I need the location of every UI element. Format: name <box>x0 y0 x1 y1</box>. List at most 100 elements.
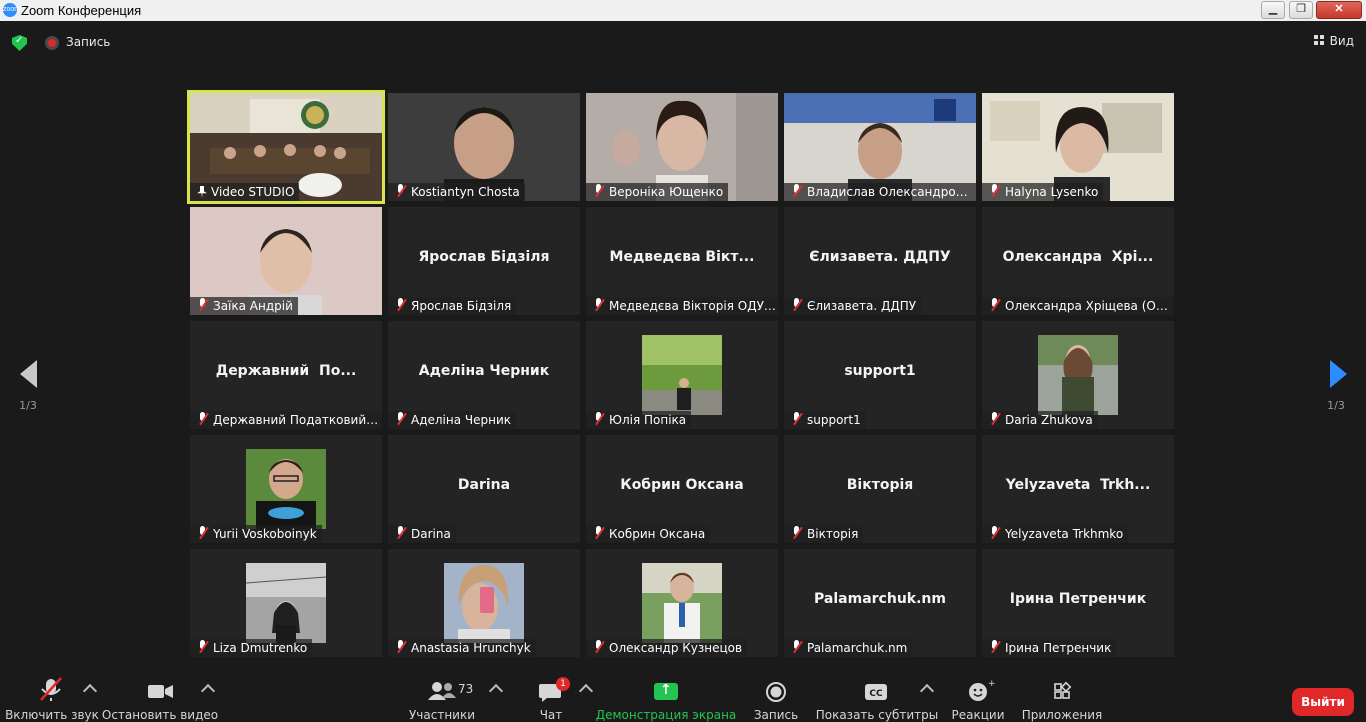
participant-name-text: Олександра Хріщева (ОНУ) <box>1005 299 1174 313</box>
pin-icon <box>197 186 207 198</box>
participant-display-name: Олександра Хрі... <box>1002 249 1154 265</box>
participant-name-text: Владислав Олександрови... <box>807 185 976 199</box>
arrow-right-icon <box>1330 360 1347 388</box>
participant-name-label: Медведєва Вікторія ОДУВС <box>586 297 778 315</box>
participant-tile[interactable]: Ярослав Бідзіля Ярослав Бідзіля <box>388 207 580 315</box>
participant-avatar <box>246 449 326 529</box>
participant-tile[interactable]: Державний По... Державний Податковий у... <box>190 321 382 429</box>
participant-name-text: Kostiantyn Chosta <box>411 185 520 199</box>
microphone-muted-icon <box>989 298 1001 312</box>
meeting-top-bar: Запись Вид <box>0 21 1366 65</box>
participants-icon: 73 <box>402 670 482 700</box>
chat-chevron-icon[interactable] <box>578 683 594 699</box>
participant-tile[interactable]: Darina Darina <box>388 435 580 543</box>
maximize-button[interactable]: ❐ <box>1289 1 1313 19</box>
participant-name-label: Вероніка Ющенко <box>586 183 729 201</box>
window-titlebar: zoom Zoom Конференция ▁ ❐ ✕ <box>0 0 1366 21</box>
participant-tile[interactable]: Олександр Кузнецов <box>586 549 778 657</box>
participant-tile[interactable]: Yurii Voskoboinyk <box>190 435 382 543</box>
view-label: Вид <box>1329 34 1354 48</box>
page-indicator-left: 1/3 <box>19 399 37 412</box>
camera-icon <box>118 670 202 698</box>
microphone-muted-icon <box>791 640 803 654</box>
reactions-icon: + <box>948 670 1008 701</box>
next-page-button[interactable]: 1/3 <box>1316 358 1356 418</box>
participant-tile[interactable]: Halyna Lysenko <box>982 93 1174 201</box>
participant-tile[interactable]: Юлія Попіка <box>586 321 778 429</box>
participant-name-label: Daria Zhukova <box>982 411 1098 429</box>
window-title: Zoom Конференция <box>21 3 142 18</box>
security-shield-icon[interactable] <box>12 35 27 51</box>
participant-display-name: Кобрин Оксана <box>620 477 744 493</box>
participant-tile[interactable]: Вероніка Ющенко <box>586 93 778 201</box>
microphone-muted-icon <box>197 640 209 654</box>
participant-name-label: Halyna Lysenko <box>982 183 1104 201</box>
participant-tile[interactable]: Palamarchuk.nm Palamarchuk.nm <box>784 549 976 657</box>
stop-video-button[interactable]: Остановить видео <box>102 670 218 722</box>
chat-badge: 1 <box>556 677 570 691</box>
stop-video-label: Остановить видео <box>101 708 219 722</box>
captions-icon-text: CC <box>869 689 883 699</box>
gallery-grid: Video STUDIO Kostiantyn Chosta Вероніка Ющ… <box>187 90 1176 658</box>
participants-count: 73 <box>458 682 474 696</box>
close-button[interactable]: ✕ <box>1316 1 1362 19</box>
microphone-muted-icon <box>395 184 407 198</box>
participant-display-name: Аделіна Черник <box>418 363 550 379</box>
record-icon <box>746 670 806 702</box>
participant-display-name: support1 <box>844 363 916 379</box>
participant-tile[interactable]: Аделіна Черник Аделіна Черник <box>388 321 580 429</box>
participant-display-name: Медведєва Вікт... <box>609 249 755 265</box>
participant-tile[interactable]: Вікторія Вікторія <box>784 435 976 543</box>
apps-button[interactable]: Приложения <box>1022 670 1102 722</box>
participant-tile[interactable]: Kostiantyn Chosta <box>388 93 580 201</box>
participant-name-label: Аделіна Черник <box>388 411 517 429</box>
participants-chevron-icon[interactable] <box>488 683 504 699</box>
participant-tile[interactable]: Daria Zhukova <box>982 321 1174 429</box>
previous-page-button[interactable]: 1/3 <box>8 358 48 418</box>
microphone-muted-icon <box>10 670 94 701</box>
participant-name-label: Владислав Олександрови... <box>784 183 976 201</box>
participant-name-text: Олександр Кузнецов <box>609 641 743 655</box>
participant-display-name: Вікторія <box>846 477 914 493</box>
participant-name-text: Єлизавета. ДДПУ <box>807 299 917 313</box>
participant-name-label: Державний Податковий у... <box>190 411 382 429</box>
participant-tile[interactable]: Liza Dmutrenko <box>190 549 382 657</box>
microphone-muted-icon <box>989 526 1001 540</box>
view-button[interactable]: Вид <box>1313 34 1354 48</box>
participant-tile[interactable]: Yelyzaveta Trkh... Yelyzaveta Trkhmko <box>982 435 1174 543</box>
participant-tile[interactable]: Anastasia Hrunchyk <box>388 549 580 657</box>
microphone-muted-icon <box>791 412 803 426</box>
participant-tile[interactable]: Медведєва Вікт... Медведєва Вікторія ОДУВ… <box>586 207 778 315</box>
participant-tile[interactable]: Ірина Петренчик Ірина Петренчик <box>982 549 1174 657</box>
participant-tile[interactable]: Кобрин Оксана Кобрин Оксана <box>586 435 778 543</box>
participant-name-label: Олександра Хріщева (ОНУ) <box>982 297 1174 315</box>
participant-name-text: Palamarchuk.nm <box>807 641 908 655</box>
participant-name-text: Юлія Попіка <box>609 413 687 427</box>
captions-button[interactable]: CC Показать субтитры <box>816 670 938 722</box>
participant-tile[interactable]: support1 support1 <box>784 321 976 429</box>
exit-meeting-button[interactable]: Выйти <box>1292 688 1354 716</box>
microphone-muted-icon <box>593 640 605 654</box>
recording-label[interactable]: Запись <box>66 35 110 49</box>
participant-name-text: Вікторія <box>807 527 859 541</box>
minimize-button[interactable]: ▁ <box>1261 1 1285 19</box>
participant-avatar <box>246 563 326 643</box>
recording-icon[interactable] <box>45 36 59 50</box>
participant-name-text: Anastasia Hrunchyk <box>411 641 531 655</box>
participant-display-name: Державний По... <box>215 363 357 379</box>
video-options-chevron-icon[interactable] <box>200 683 216 699</box>
participant-tile[interactable]: Владислав Олександрови... <box>784 93 976 201</box>
participant-name-label: Вікторія <box>784 525 864 543</box>
participant-tile[interactable]: Video STUDIO <box>187 90 385 204</box>
participant-tile[interactable]: Єлизавета. ДДПУ Єлизавета. ДДПУ <box>784 207 976 315</box>
participant-name-label: Заїка Андрій <box>190 297 298 315</box>
meeting-toolbar: Включить звук Остановить видео 73 Участн… <box>0 670 1366 722</box>
participant-tile[interactable]: Олександра Хрі... Олександра Хріщева (ОНУ… <box>982 207 1174 315</box>
participants-button[interactable]: 73 Участники <box>402 670 482 722</box>
captions-chevron-icon[interactable] <box>919 683 935 699</box>
microphone-muted-icon <box>791 526 803 540</box>
participant-name-text: Ярослав Бідзіля <box>411 299 512 313</box>
microphone-muted-icon <box>989 640 1001 654</box>
microphone-muted-icon <box>791 298 803 312</box>
participant-tile[interactable]: Заїка Андрій <box>190 207 382 315</box>
